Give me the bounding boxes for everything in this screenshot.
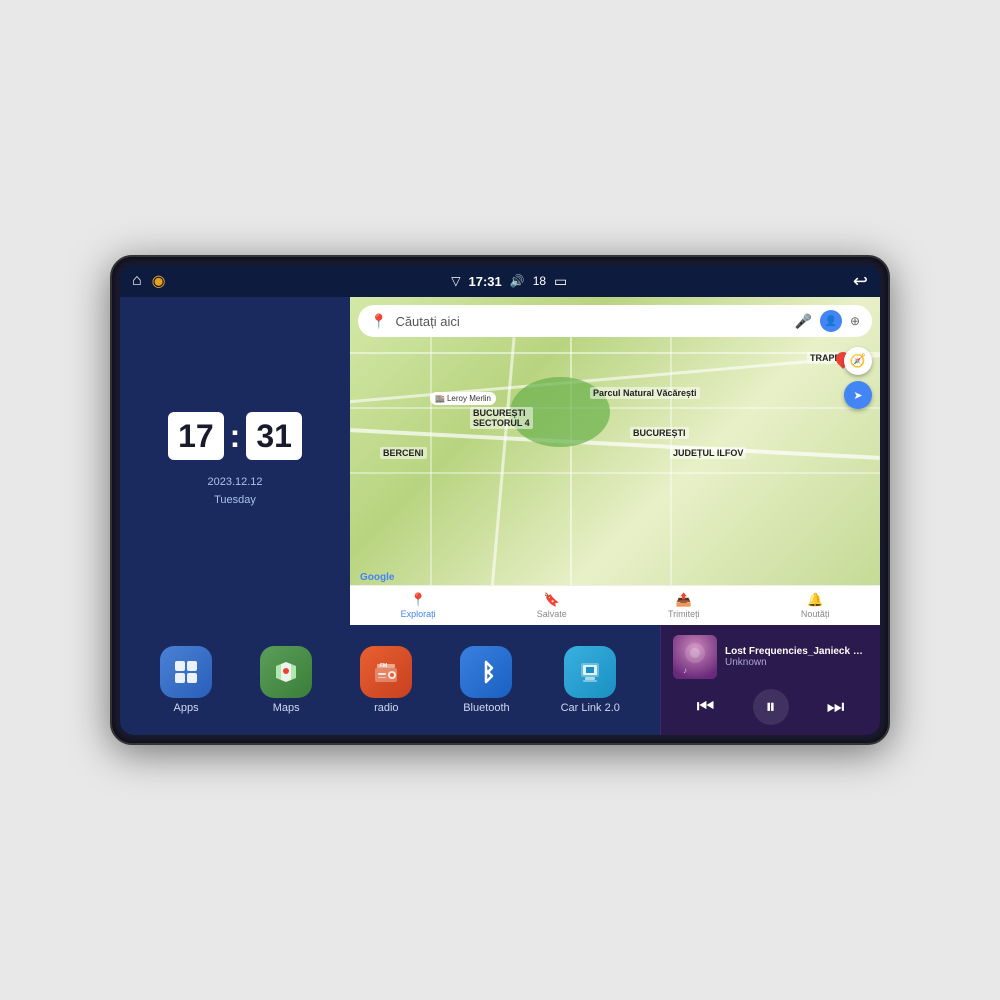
clock-display: 17 : 31 <box>168 412 302 460</box>
map-controls: 🧭 ➤ <box>844 347 872 409</box>
maps-nav-icon[interactable]: ◉ <box>152 271 166 291</box>
clock-date: 2023.12.12 Tuesday <box>207 474 262 509</box>
map-label-sector4: BUCUREȘTISECTORUL 4 <box>470 407 533 429</box>
carlink-label: Car Link 2.0 <box>561 702 620 714</box>
user-avatar[interactable]: 👤 <box>820 310 842 332</box>
status-bar: ⌂ ◉ ▽ 17:31 🔊 18 ▭ ↩ <box>120 265 880 297</box>
apps-bubble <box>160 646 212 698</box>
music-info: ♪ Lost Frequencies_Janieck Devy-... Unkn… <box>673 635 868 679</box>
next-track-button[interactable]: ⏭ <box>818 689 854 725</box>
map-pin-icon: 📍 <box>370 313 387 330</box>
app-icon-radio[interactable]: FM radio <box>360 646 412 714</box>
map-label-ilfov: JUDEȚUL ILFOV <box>670 447 746 459</box>
leroy-merlin-badge: 🏬 Leroy Merlin <box>430 392 496 405</box>
music-artist: Unknown <box>725 657 868 668</box>
map-nav-news[interactable]: 🔔 Noutăți <box>801 592 830 619</box>
map-nav-explore[interactable]: 📍 Explorați <box>401 592 436 619</box>
radio-label: radio <box>374 702 398 714</box>
bottom-section: Apps Maps <box>120 625 880 735</box>
prev-track-button[interactable]: ⏮ <box>688 689 724 725</box>
bluetooth-label: Bluetooth <box>463 702 509 714</box>
status-left-icons: ⌂ ◉ <box>132 271 166 291</box>
svg-text:♪: ♪ <box>683 666 687 675</box>
screen: ⌂ ◉ ▽ 17:31 🔊 18 ▭ ↩ <box>120 265 880 735</box>
music-album-art: ♪ <box>673 635 717 679</box>
back-icon[interactable]: ↩ <box>853 271 868 292</box>
clock-hours-card: 17 <box>168 412 224 460</box>
music-player: ♪ Lost Frequencies_Janieck Devy-... Unkn… <box>660 625 880 735</box>
maps-label: Maps <box>273 702 300 714</box>
clock-minutes-card: 31 <box>246 412 302 460</box>
maps-bubble <box>260 646 312 698</box>
map-navigate-btn[interactable]: ➤ <box>844 381 872 409</box>
main-content: 17 : 31 2023.12.12 Tuesday <box>120 297 880 735</box>
map-compass-btn[interactable]: 🧭 <box>844 347 872 375</box>
status-center: ▽ 17:31 🔊 18 ▭ <box>451 273 567 290</box>
radio-bubble: FM <box>360 646 412 698</box>
map-label-bucuresti: BUCUREȘTI <box>630 427 689 439</box>
map-widget[interactable]: Parcul Natural Văcărești BUCUREȘTI JUDEȚ… <box>350 297 880 625</box>
map-layers-icon[interactable]: ⊕ <box>850 314 860 328</box>
app-icon-carlink[interactable]: Car Link 2.0 <box>561 646 620 714</box>
music-controls: ⏮ ⏸ ⏭ <box>673 689 868 725</box>
app-icon-apps[interactable]: Apps <box>160 646 212 714</box>
map-nav-send[interactable]: 📤 Trimiteți <box>668 592 700 619</box>
app-icons-row: Apps Maps <box>120 625 660 735</box>
signal-icon: ▽ <box>451 274 460 288</box>
map-search-bar[interactable]: 📍 Căutați aici 🎤 👤 ⊕ <box>358 305 872 337</box>
music-title: Lost Frequencies_Janieck Devy-... <box>725 646 868 657</box>
map-nav-saved[interactable]: 🔖 Salvate <box>537 592 567 619</box>
google-logo: Google <box>360 572 394 583</box>
map-label-parcul: Parcul Natural Văcărești <box>590 387 700 399</box>
map-background: Parcul Natural Văcărești BUCUREȘTI JUDEȚ… <box>350 297 880 625</box>
map-bottom-nav: 📍 Explorați 🔖 Salvate 📤 Trimiteți � <box>350 585 880 625</box>
clock-widget: 17 : 31 2023.12.12 Tuesday <box>120 297 350 625</box>
map-label-berceni: BERCENI <box>380 447 427 459</box>
carlink-bubble <box>564 646 616 698</box>
battery-icon: ▭ <box>554 273 567 290</box>
map-voice-icon[interactable]: 🎤 <box>795 313 812 330</box>
clock-hours: 17 <box>178 420 214 452</box>
top-section: 17 : 31 2023.12.12 Tuesday <box>120 297 880 625</box>
bluetooth-bubble <box>460 646 512 698</box>
battery-level: 18 <box>533 274 546 288</box>
status-right: ↩ <box>853 271 868 292</box>
home-icon[interactable]: ⌂ <box>132 272 142 290</box>
app-icon-bluetooth[interactable]: Bluetooth <box>460 646 512 714</box>
car-head-unit: ⌂ ◉ ▽ 17:31 🔊 18 ▭ ↩ <box>110 255 890 745</box>
app-icon-maps[interactable]: Maps <box>260 646 312 714</box>
music-details: Lost Frequencies_Janieck Devy-... Unknow… <box>725 646 868 668</box>
clock-colon: : <box>230 420 241 452</box>
volume-icon: 🔊 <box>510 274 525 288</box>
play-pause-button[interactable]: ⏸ <box>753 689 789 725</box>
svg-text:FM: FM <box>380 663 387 669</box>
map-search-text[interactable]: Căutați aici <box>395 314 786 329</box>
clock-minutes: 31 <box>256 420 292 452</box>
time-display: 17:31 <box>468 274 501 289</box>
apps-label: Apps <box>174 702 199 714</box>
